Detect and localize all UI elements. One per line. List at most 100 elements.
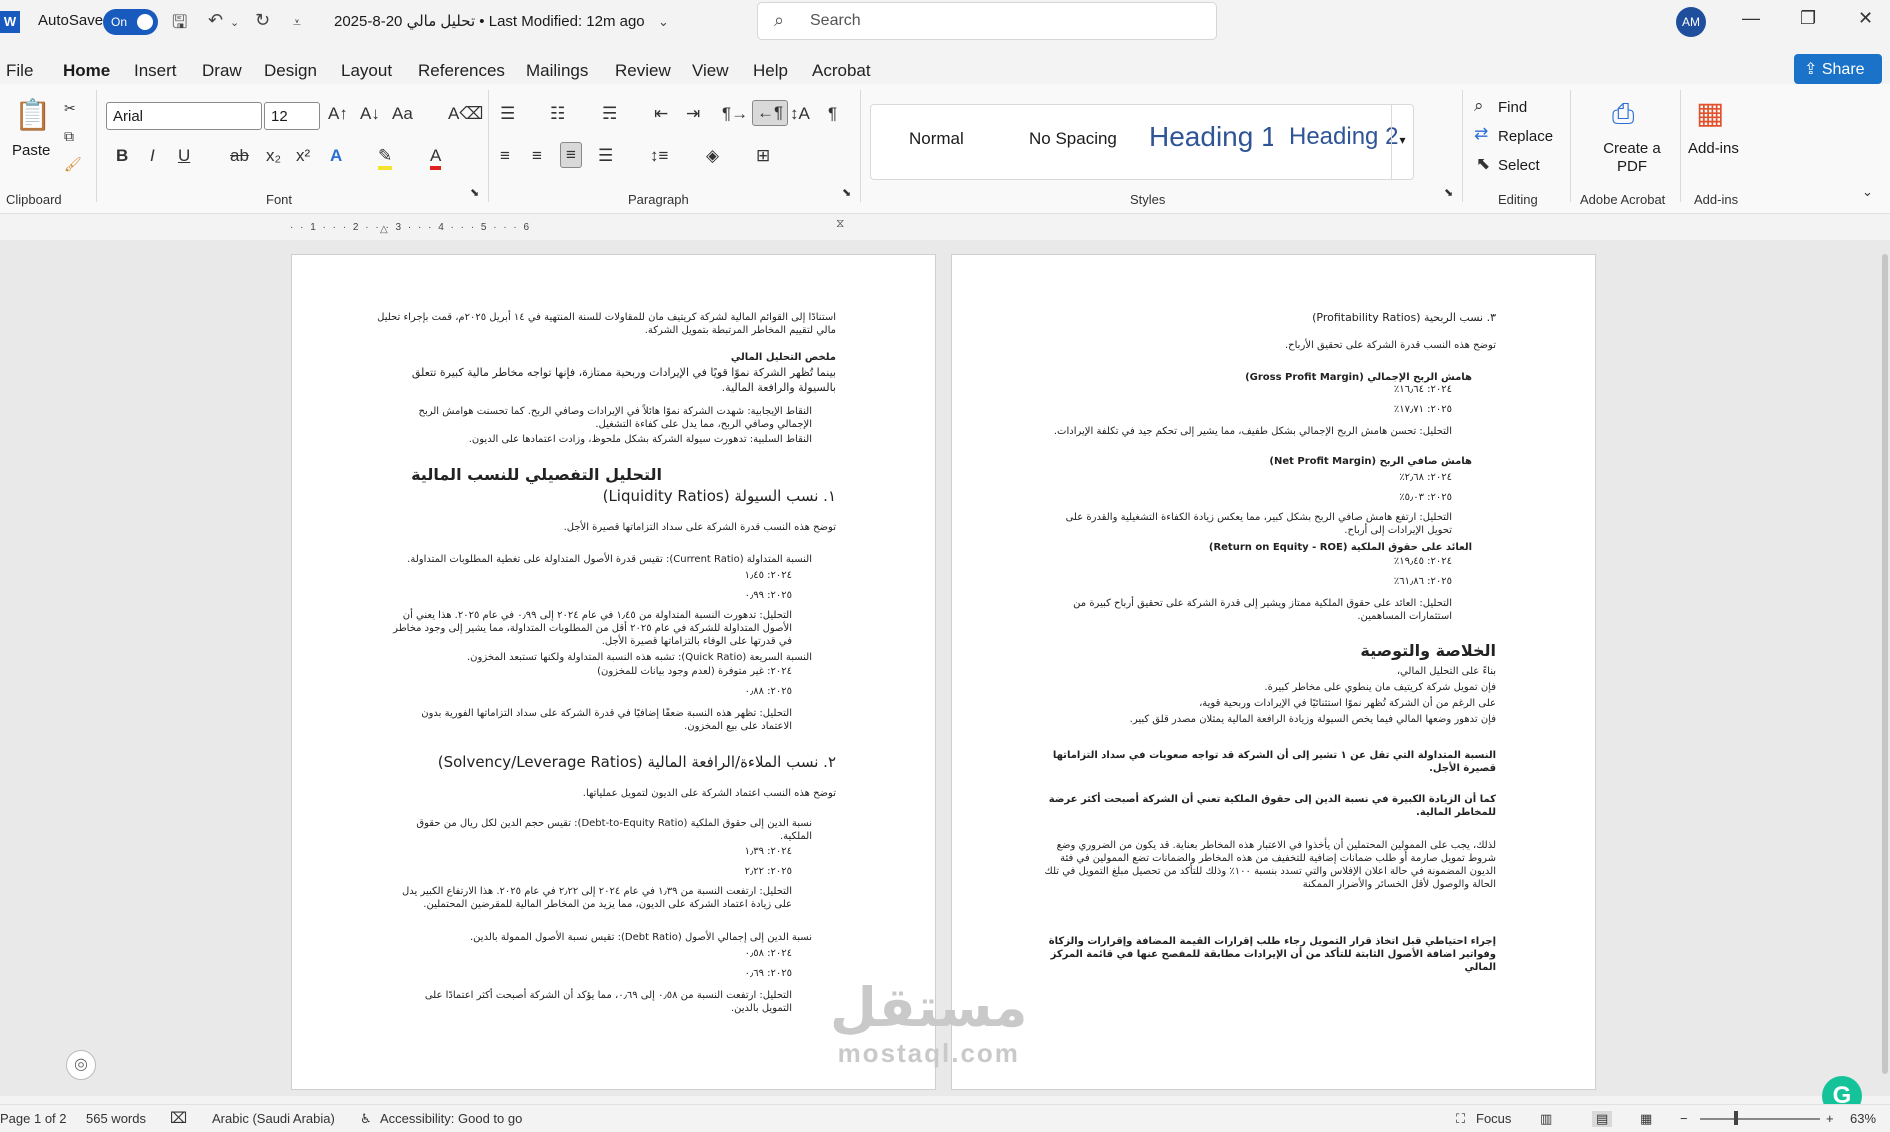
web-layout-icon[interactable]: ▦	[1640, 1111, 1652, 1127]
style-heading-2[interactable]: Heading 2	[1289, 123, 1398, 151]
autosave-toggle[interactable]: On	[103, 9, 158, 35]
paste-icon[interactable]: 📋	[14, 98, 51, 133]
ltr-direction-icon[interactable]: ¶→	[722, 104, 748, 124]
font-name-select[interactable]: Arial	[106, 102, 262, 130]
tab-view[interactable]: View	[692, 61, 729, 81]
grow-font-icon[interactable]: A↑	[328, 104, 348, 124]
clear-formatting-icon[interactable]: A⌫	[448, 104, 483, 124]
tab-acrobat[interactable]: Acrobat	[812, 61, 871, 81]
justify-icon[interactable]: ☰	[598, 146, 613, 166]
tab-review[interactable]: Review	[615, 61, 671, 81]
zoom-out-icon[interactable]: −	[1680, 1111, 1688, 1126]
undo-icon[interactable]: ↶	[208, 10, 223, 31]
restore-icon[interactable]: ❐	[1800, 8, 1816, 29]
style-no-spacing[interactable]: No Spacing	[1029, 129, 1117, 149]
select-button[interactable]: Select	[1498, 157, 1540, 174]
shading-icon[interactable]: ◈	[706, 146, 719, 166]
increase-indent-icon[interactable]: ⇥	[686, 104, 700, 124]
document-page-1[interactable]: استنادًا إلى القوائم المالية لشركة كريتي…	[291, 254, 936, 1090]
shrink-font-icon[interactable]: A↓	[360, 104, 380, 124]
customize-toolbar-icon[interactable]: ⩡	[293, 14, 301, 31]
read-mode-icon[interactable]: ▥	[1540, 1111, 1552, 1127]
replace-button[interactable]: Replace	[1498, 128, 1553, 145]
highlight-icon[interactable]: ✎	[378, 146, 393, 170]
show-formatting-icon[interactable]: ¶	[828, 104, 837, 124]
close-icon[interactable]: ✕	[1858, 8, 1873, 29]
tab-design[interactable]: Design	[264, 61, 317, 81]
share-button[interactable]: ⇪ Share	[1794, 54, 1882, 84]
underline-icon[interactable]: U	[178, 146, 190, 166]
word-count[interactable]: 565 words	[86, 1111, 146, 1126]
zoom-in-icon[interactable]: +	[1826, 1111, 1834, 1126]
style-normal[interactable]: Normal	[909, 129, 964, 149]
align-center-icon[interactable]: ≡	[532, 146, 542, 166]
tab-draw[interactable]: Draw	[202, 61, 242, 81]
focus-button[interactable]: Focus	[1476, 1111, 1511, 1126]
zoom-slider-thumb[interactable]	[1734, 1111, 1738, 1125]
left-indent-marker[interactable]: △	[380, 224, 388, 235]
font-color-icon[interactable]: A	[430, 146, 442, 170]
tab-file[interactable]: File	[6, 61, 33, 81]
bold-icon[interactable]: B	[116, 146, 128, 166]
right-indent-marker[interactable]: ⧖	[836, 216, 844, 231]
decrease-indent-icon[interactable]: ⇤	[654, 104, 668, 124]
numbering-icon[interactable]: ☷	[550, 104, 565, 124]
paragraph-dialog-launcher-icon[interactable]: ⬊	[842, 186, 851, 199]
add-ins-icon[interactable]: ▦	[1696, 96, 1724, 131]
borders-icon[interactable]: ⊞	[756, 146, 770, 166]
rtl-direction-icon[interactable]: ←¶	[752, 100, 789, 126]
multilevel-list-icon[interactable]: ☴	[602, 104, 617, 124]
fingerprint-icon[interactable]: ◎	[66, 1050, 96, 1080]
zoom-level[interactable]: 63%	[1850, 1111, 1876, 1126]
document-page-2[interactable]: ٣. نسب الربحية (Profitability Ratios) تو…	[951, 254, 1596, 1090]
cut-icon[interactable]: ✂	[64, 100, 76, 117]
superscript-icon[interactable]: x²	[296, 146, 310, 166]
change-case-icon[interactable]: Aa	[392, 104, 413, 124]
accessibility-status[interactable]: Accessibility: Good to go	[380, 1111, 522, 1126]
document-title[interactable]: تحليل مالي 20-8-2025 • Last Modified: 12…	[334, 12, 645, 30]
find-button[interactable]: Find	[1498, 99, 1527, 116]
add-ins-button[interactable]: Add-ins	[1688, 140, 1739, 157]
tab-layout[interactable]: Layout	[341, 61, 392, 81]
tab-references[interactable]: References	[418, 61, 505, 81]
find-icon[interactable]: ⌕	[1474, 96, 1484, 116]
language-indicator[interactable]: Arabic (Saudi Arabia)	[212, 1111, 335, 1126]
tab-help[interactable]: Help	[753, 61, 788, 81]
scrollbar-thumb[interactable]	[1882, 254, 1888, 1074]
subscript-icon[interactable]: x₂	[266, 146, 281, 166]
font-dialog-launcher-icon[interactable]: ⬊	[470, 186, 479, 199]
italic-icon[interactable]: I	[150, 146, 155, 166]
save-icon[interactable]: 🖫	[172, 10, 187, 40]
style-heading-1[interactable]: Heading 1	[1149, 121, 1273, 153]
create-pdf-button[interactable]: Create a PDF	[1602, 140, 1662, 176]
sort-icon[interactable]: ↕A	[790, 104, 810, 124]
create-pdf-icon[interactable]: ⎙	[1612, 98, 1634, 131]
strikethrough-icon[interactable]: ab	[230, 146, 249, 166]
font-size-select[interactable]: 12	[264, 102, 320, 130]
text-effects-icon[interactable]: A	[330, 146, 342, 166]
tab-insert[interactable]: Insert	[134, 61, 177, 81]
select-icon[interactable]: ⬉	[1476, 154, 1490, 174]
print-layout-icon[interactable]: ▤	[1592, 1111, 1613, 1127]
collapse-ribbon-icon[interactable]: ⌄	[1862, 184, 1873, 200]
title-chevron-down-icon[interactable]: ⌄	[658, 14, 669, 30]
replace-icon[interactable]: ⇄	[1474, 124, 1488, 144]
proofing-icon[interactable]: ⌧	[170, 1109, 187, 1127]
bullets-icon[interactable]: ☰	[500, 104, 515, 124]
align-left-icon[interactable]: ≡	[500, 146, 510, 166]
minimize-icon[interactable]: —	[1742, 8, 1760, 29]
align-right-icon[interactable]: ≡	[560, 142, 582, 168]
vertical-scrollbar[interactable]	[1880, 240, 1890, 1096]
page-count[interactable]: Page 1 of 2	[0, 1111, 67, 1126]
tab-home[interactable]: Home	[63, 61, 111, 88]
zoom-slider[interactable]	[1700, 1118, 1820, 1120]
format-painter-icon[interactable]: 🖌	[64, 156, 82, 173]
styles-dialog-launcher-icon[interactable]: ⬊	[1444, 186, 1453, 199]
line-spacing-icon[interactable]: ↕≡	[650, 146, 668, 166]
redo-icon[interactable]: ↻	[255, 10, 270, 31]
search-box[interactable]: ⌕ Search	[757, 2, 1217, 40]
copy-icon[interactable]: ⧉	[64, 128, 74, 145]
user-avatar[interactable]: AM	[1676, 7, 1706, 37]
paste-button-label[interactable]: Paste	[12, 142, 50, 159]
tab-mailings[interactable]: Mailings	[526, 61, 588, 81]
